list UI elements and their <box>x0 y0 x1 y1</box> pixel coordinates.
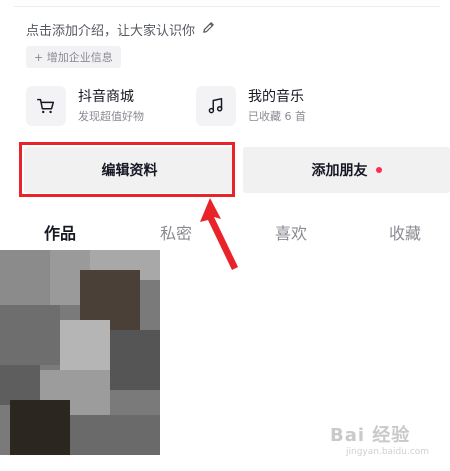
notification-dot <box>375 167 382 173</box>
tab-private[interactable]: 私密 <box>160 220 192 244</box>
pencil-icon <box>201 20 216 39</box>
add-company-info-button[interactable]: + 增加企业信息 <box>26 46 121 68</box>
video-thumbnail[interactable] <box>0 250 160 455</box>
baidu-jingyan-watermark: Bai 经验 <box>330 425 411 446</box>
add-company-info-label: + 增加企业信息 <box>34 51 113 64</box>
highlight-box <box>19 142 235 197</box>
service-my-music[interactable]: 我的音乐 已收藏 6 首 <box>196 86 306 126</box>
cart-icon <box>26 86 66 126</box>
service-subtitle: 已收藏 6 首 <box>248 109 306 123</box>
service-douyin-mall[interactable]: 抖音商城 发现超值好物 <box>26 86 144 126</box>
intro-prompt[interactable]: 点击添加介绍，让大家认识你 <box>26 20 216 39</box>
add-friends-button[interactable]: 添加朋友 <box>243 147 450 193</box>
watermark-url: jingyan.baidu.com <box>346 447 430 457</box>
add-friends-label: 添加朋友 <box>311 163 368 179</box>
tab-works[interactable]: 作品 <box>44 220 76 244</box>
service-subtitle: 发现超值好物 <box>78 109 144 123</box>
intro-text: 点击添加介绍，让大家认识你 <box>26 24 196 39</box>
tab-likes[interactable]: 喜欢 <box>275 220 307 244</box>
divider <box>14 6 440 7</box>
tab-favorites[interactable]: 收藏 <box>389 220 421 244</box>
service-title: 抖音商城 <box>78 88 134 105</box>
music-note-icon <box>196 86 236 126</box>
profile-screen: 点击添加介绍，让大家认识你 + 增加企业信息 抖音商城 发现超值好物 我的音乐 … <box>0 0 450 471</box>
service-title: 我的音乐 <box>248 88 304 105</box>
pointer-arrow-icon <box>200 198 238 270</box>
